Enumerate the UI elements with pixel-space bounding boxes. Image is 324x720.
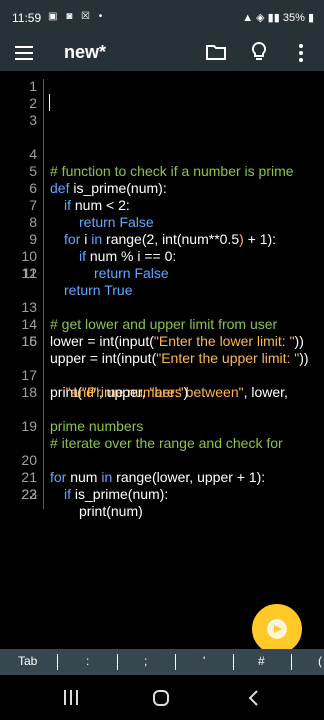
keyword: for	[50, 469, 67, 485]
separator	[175, 654, 176, 670]
code-text: )	[183, 384, 189, 400]
code-text: ))	[294, 333, 304, 349]
code-line: 10 return False	[0, 231, 168, 281]
gutter-divider	[43, 79, 44, 509]
code-text: range(2, int(num**0.5	[102, 231, 240, 247]
battery-icon: ▮	[307, 12, 314, 24]
separator	[117, 654, 118, 670]
code-text: range(lower, upper + 1):	[112, 469, 266, 485]
code-line: 17 print("Prime numbers between", lower,	[0, 350, 288, 400]
code-line: 7 return False	[0, 180, 154, 230]
symbol-key-paren[interactable]: (	[318, 654, 322, 668]
home-icon[interactable]	[152, 689, 170, 707]
symbol-key-tab[interactable]: Tab	[18, 654, 37, 668]
keyword: in	[91, 231, 103, 247]
comment: # iterate over the range and check for	[50, 435, 283, 451]
menu-icon[interactable]	[15, 46, 33, 60]
code-text: + 1):	[243, 231, 277, 247]
line-number: 23	[21, 486, 37, 502]
app-bar: new*	[0, 34, 324, 71]
keyword: False	[130, 265, 169, 281]
line-number: 3	[29, 112, 37, 128]
run-fab-button[interactable]	[252, 604, 302, 654]
keyword: in	[101, 469, 113, 485]
system-nav-bar	[0, 675, 324, 720]
status-bar: 11:59 ▣ ◙ ☒ • ▲ ◈ ▮▮ 35% ▮	[0, 0, 324, 34]
lightbulb-icon[interactable]	[250, 41, 268, 63]
comment-wrap: prime numbers	[50, 418, 144, 434]
line-number: 18	[21, 384, 37, 400]
symbol-key-quote[interactable]: '	[203, 654, 205, 668]
keyword: return	[64, 282, 101, 298]
keyword: if	[79, 248, 86, 264]
code-line: 6 if num < 2:	[0, 163, 130, 213]
code-line: 19 # iterate over the range and check fo…	[0, 401, 282, 451]
separator	[233, 654, 234, 670]
symbol-key-colon[interactable]: :	[86, 654, 89, 668]
status-right: ▲ ◈ ▮▮ 35% ▮	[242, 11, 314, 24]
comment: # get lower and upper limit from user	[50, 316, 278, 332]
separator	[291, 654, 292, 670]
line-number: 16	[21, 333, 37, 349]
code-text: num % i == 0:	[86, 248, 177, 264]
symbol-key-hash[interactable]: #	[258, 654, 265, 668]
code-editor[interactable]: 1 2 3 4 # function to check if a number …	[0, 71, 324, 649]
back-icon[interactable]	[247, 689, 259, 707]
code-text: print(num)	[79, 503, 143, 519]
code-line: 5 def is_prime(num):	[0, 146, 167, 196]
string-literal: "Enter the upper limit: "	[156, 350, 300, 366]
folder-icon[interactable]	[206, 43, 226, 61]
keyword: True	[100, 282, 133, 298]
keyword: for	[64, 231, 81, 247]
code-line: 11 return True	[0, 248, 132, 298]
keyword: return	[79, 214, 116, 230]
string-literal: "Enter the lower limit: "	[153, 333, 295, 349]
code-line: 8 for i in range(2, int(num**0.5) + 1):	[0, 197, 276, 247]
signal-icon: ▲ ◈ ▮▮	[242, 12, 283, 24]
text-cursor	[49, 94, 50, 111]
code-text: num	[66, 469, 102, 485]
code-text: ))	[299, 350, 309, 366]
code-line: 13 # get lower and upper limit from user	[0, 282, 277, 332]
code-line: 20 for num in range(lower, upper + 1):	[0, 435, 265, 485]
code-text: is_prime(num):	[71, 486, 169, 502]
recent-apps-icon[interactable]	[63, 689, 79, 706]
line-number: 17	[21, 367, 37, 383]
notification-icons: ▣ ◙ ☒ •	[48, 11, 106, 22]
code-text: is_prime(num):	[69, 180, 167, 196]
code-text: , lower,	[243, 384, 288, 400]
symbol-key-semicolon[interactable]: ;	[144, 654, 147, 668]
code-line: 14 lower = int(input("Enter the lower li…	[0, 299, 303, 349]
symbol-bar: Tab : ; ' # (	[0, 649, 324, 675]
code-line: 4 # function to check if a number is pri…	[0, 129, 293, 179]
more-vert-icon[interactable]	[296, 42, 306, 64]
string-literal: "are:"	[149, 384, 184, 400]
code-line: 9 if num % i == 0:	[0, 214, 176, 264]
keyword: def	[50, 180, 70, 196]
run-icon	[267, 619, 287, 639]
keyword: return	[94, 265, 131, 281]
code-line: 15 upper = int(input("Enter the upper li…	[0, 316, 308, 366]
line-number: 1	[29, 78, 37, 94]
separator	[57, 654, 58, 670]
line-number: 12	[21, 265, 37, 281]
string-literal: "and"	[65, 384, 99, 400]
code-line: 21 if is_prime(num):	[0, 452, 168, 502]
line-number: 19	[21, 418, 37, 434]
code-text: i	[80, 231, 92, 247]
keyword: if	[64, 197, 71, 213]
code-text: num < 2:	[71, 197, 130, 213]
keyword: False	[115, 214, 154, 230]
status-time: 11:59	[12, 11, 42, 25]
line-number: 2	[29, 95, 37, 111]
comment: # function to check if a number is prime	[50, 163, 294, 179]
battery-level: 35%	[282, 12, 305, 24]
code-line-wrap: "and", upper, "are:")	[50, 367, 189, 400]
code-text: upper = int(input(	[50, 350, 157, 366]
code-text: , upper,	[98, 384, 150, 400]
code-text: lower = int(input(	[50, 333, 154, 349]
keyword: if	[64, 486, 71, 502]
code-line: 22 print(num)	[0, 469, 142, 519]
file-title: new*	[64, 42, 107, 62]
